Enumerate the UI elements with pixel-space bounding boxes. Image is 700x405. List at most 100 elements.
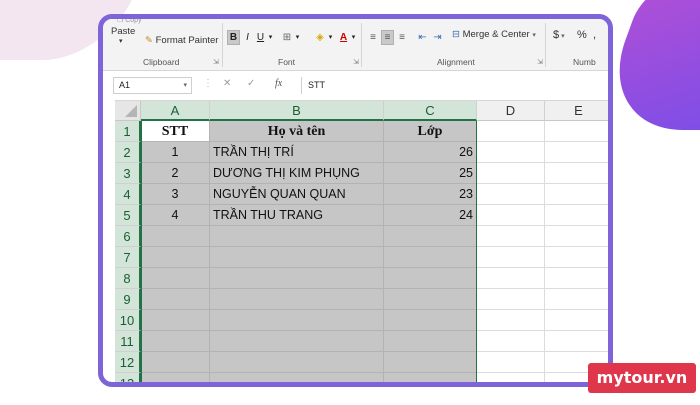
empty-cell[interactable] [477, 205, 545, 226]
cell-a3[interactable]: 2 [141, 163, 210, 184]
chevron-down-icon[interactable]: ▾ [267, 30, 274, 45]
row-header-10[interactable]: 10 [115, 310, 141, 331]
empty-cell[interactable] [210, 247, 384, 268]
empty-cell[interactable] [141, 289, 210, 310]
enter-icon[interactable]: ✓ [247, 78, 255, 89]
empty-cell[interactable] [210, 226, 384, 247]
empty-cell[interactable] [477, 184, 545, 205]
empty-cell[interactable] [384, 310, 477, 331]
empty-cell[interactable] [545, 268, 608, 289]
empty-cell[interactable] [545, 310, 608, 331]
merge-center-button[interactable]: ⊟ Merge & Center ▾ [452, 29, 536, 40]
bold-button[interactable]: B [227, 30, 240, 45]
empty-cell[interactable] [477, 289, 545, 310]
cell-a4[interactable]: 3 [141, 184, 210, 205]
empty-cell[interactable] [141, 310, 210, 331]
cell-b4[interactable]: NGUYỄN QUAN QUAN [210, 184, 384, 205]
empty-cell[interactable] [384, 289, 477, 310]
empty-cell[interactable] [384, 373, 477, 382]
column-header-c[interactable]: C [384, 101, 477, 121]
empty-cell[interactable] [477, 247, 545, 268]
column-header-a[interactable]: A [141, 101, 210, 121]
increase-indent-icon[interactable]: ⇥ [431, 30, 444, 45]
borders-icon[interactable]: ⊞ [280, 30, 294, 45]
empty-cell[interactable] [141, 268, 210, 289]
empty-cell[interactable] [477, 142, 545, 163]
row-header-11[interactable]: 11 [115, 331, 141, 352]
row-header-12[interactable]: 12 [115, 352, 141, 373]
paste-button[interactable]: Paste ▾ [111, 26, 135, 45]
dialog-launcher-icon[interactable]: ⇲ [353, 58, 359, 66]
dialog-launcher-icon[interactable]: ⇲ [537, 58, 543, 66]
select-all-button[interactable] [115, 101, 141, 121]
cancel-icon[interactable]: ✕ [223, 78, 231, 89]
underline-button[interactable]: U [255, 30, 266, 45]
empty-cell[interactable] [210, 373, 384, 382]
empty-cell[interactable] [477, 310, 545, 331]
currency-button[interactable]: $ ▾ [553, 29, 565, 41]
empty-cell[interactable] [210, 310, 384, 331]
row-header-9[interactable]: 9 [115, 289, 141, 310]
align-center-icon[interactable]: ≡ [381, 30, 394, 45]
empty-cell[interactable] [545, 289, 608, 310]
empty-cell[interactable] [545, 163, 608, 184]
cell-c4[interactable]: 23 [384, 184, 477, 205]
empty-cell[interactable] [210, 352, 384, 373]
row-header-1[interactable]: 1 [115, 121, 141, 142]
cell-b1[interactable]: Họ và tên [210, 121, 384, 142]
empty-cell[interactable] [384, 268, 477, 289]
copy-button[interactable]: ❐ Copy [117, 19, 142, 24]
cell-a2[interactable]: 1 [141, 142, 210, 163]
empty-cell[interactable] [141, 331, 210, 352]
row-header-2[interactable]: 2 [115, 142, 141, 163]
empty-cell[interactable] [545, 226, 608, 247]
empty-cell[interactable] [141, 226, 210, 247]
row-header-3[interactable]: 3 [115, 163, 141, 184]
empty-cell[interactable] [477, 268, 545, 289]
empty-cell[interactable] [545, 247, 608, 268]
chevron-down-icon[interactable]: ▾ [294, 30, 301, 45]
row-header-4[interactable]: 4 [115, 184, 141, 205]
empty-cell[interactable] [477, 352, 545, 373]
fill-color-icon[interactable]: ◈ [313, 30, 327, 45]
percent-button[interactable]: % [577, 29, 587, 41]
empty-cell[interactable] [141, 247, 210, 268]
cell-c1[interactable]: Lớp [384, 121, 477, 142]
row-header-5[interactable]: 5 [115, 205, 141, 226]
empty-cell[interactable] [477, 373, 545, 382]
cell-c2[interactable]: 26 [384, 142, 477, 163]
cell-a5[interactable]: 4 [141, 205, 210, 226]
empty-cell[interactable] [545, 205, 608, 226]
empty-cell[interactable] [477, 226, 545, 247]
empty-cell[interactable] [210, 331, 384, 352]
cell-b3[interactable]: DƯƠNG THỊ KIM PHỤNG [210, 163, 384, 184]
chevron-down-icon[interactable]: ▾ [327, 30, 334, 45]
empty-cell[interactable] [545, 331, 608, 352]
empty-cell[interactable] [545, 142, 608, 163]
formula-input[interactable]: STT [301, 77, 608, 94]
row-header-7[interactable]: 7 [115, 247, 141, 268]
empty-cell[interactable] [210, 289, 384, 310]
cell-b2[interactable]: TRẦN THỊ TRÍ [210, 142, 384, 163]
italic-button[interactable]: I [242, 30, 253, 45]
comma-style-icon[interactable]: , [593, 29, 596, 41]
font-color-icon[interactable]: A [337, 30, 350, 45]
empty-cell[interactable] [210, 268, 384, 289]
empty-cell[interactable] [545, 121, 608, 142]
empty-cell[interactable] [384, 226, 477, 247]
cell-a1[interactable]: STT [141, 121, 210, 142]
empty-cell[interactable] [477, 121, 545, 142]
empty-cell[interactable] [141, 352, 210, 373]
cell-c3[interactable]: 25 [384, 163, 477, 184]
empty-cell[interactable] [477, 163, 545, 184]
name-box[interactable]: A1 ▾ [113, 77, 192, 94]
cell-c5[interactable]: 24 [384, 205, 477, 226]
empty-cell[interactable] [477, 331, 545, 352]
decrease-indent-icon[interactable]: ⇤ [416, 30, 429, 45]
column-header-d[interactable]: D [477, 101, 545, 121]
empty-cell[interactable] [545, 184, 608, 205]
format-painter-button[interactable]: ✎ Format Painter [145, 35, 218, 46]
row-header-13[interactable]: 13 [115, 373, 141, 382]
empty-cell[interactable] [141, 373, 210, 382]
empty-cell[interactable] [384, 352, 477, 373]
